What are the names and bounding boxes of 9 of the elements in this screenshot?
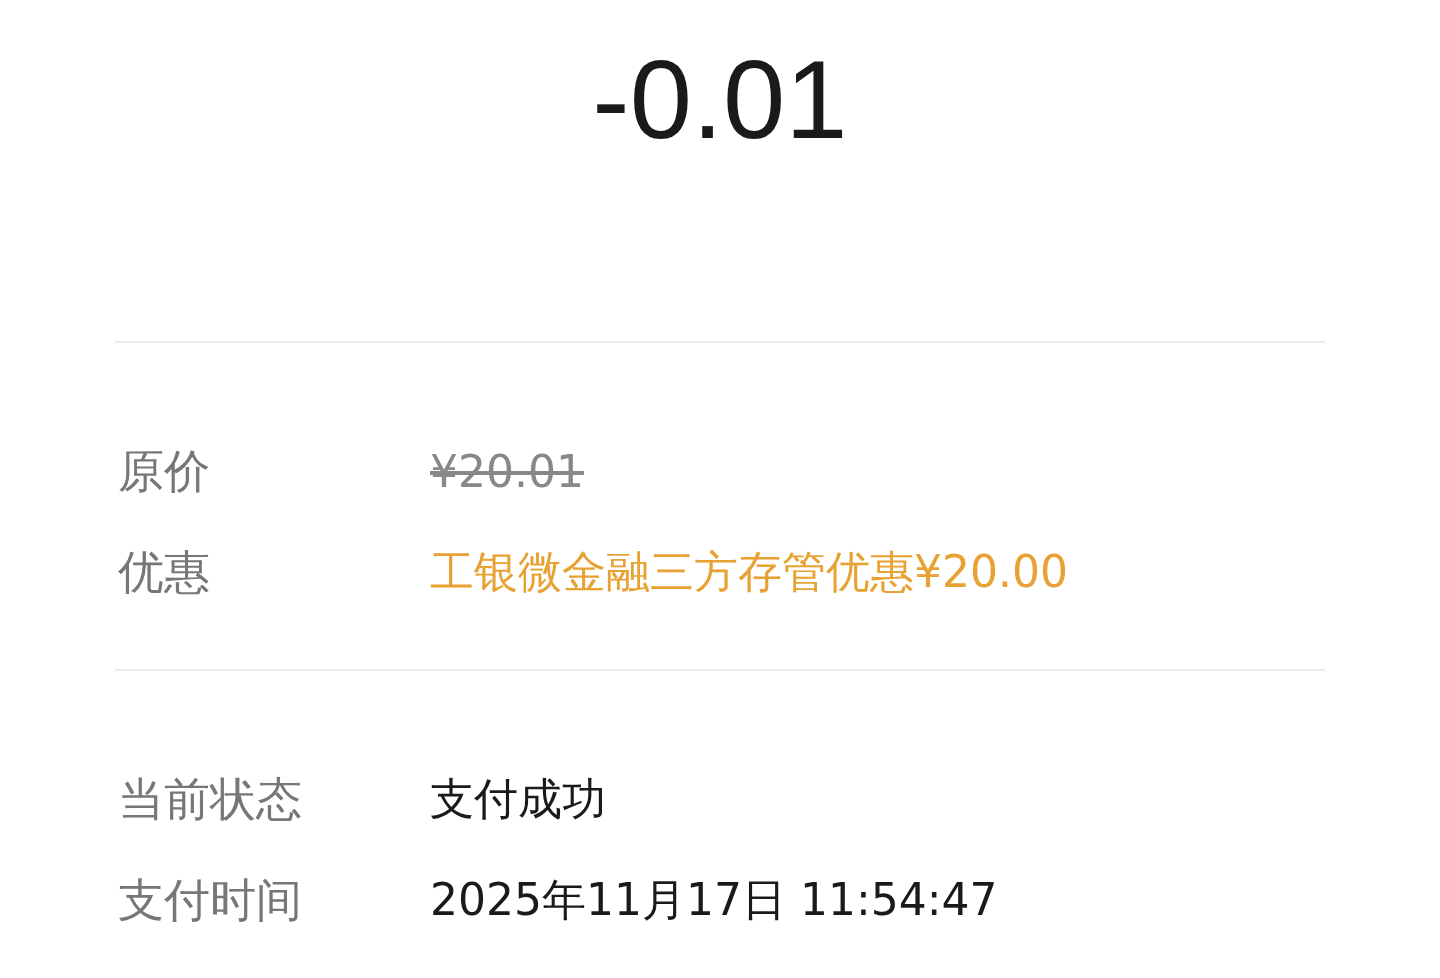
field-value: ¥20.01 [430,446,584,497]
field-label: 当前状态 [117,770,303,828]
field-value: 支付成功 [430,772,606,826]
field-label: 原价 [117,442,211,500]
amount-text: -0.01 [592,40,848,160]
field-value: 2025年11月17日 11:54:47 [430,873,998,927]
field-label: 支付时间 [117,871,303,929]
field-value: 工银微金融三方存管优惠¥20.00 [430,545,1068,599]
field-label: 优惠 [117,543,211,601]
